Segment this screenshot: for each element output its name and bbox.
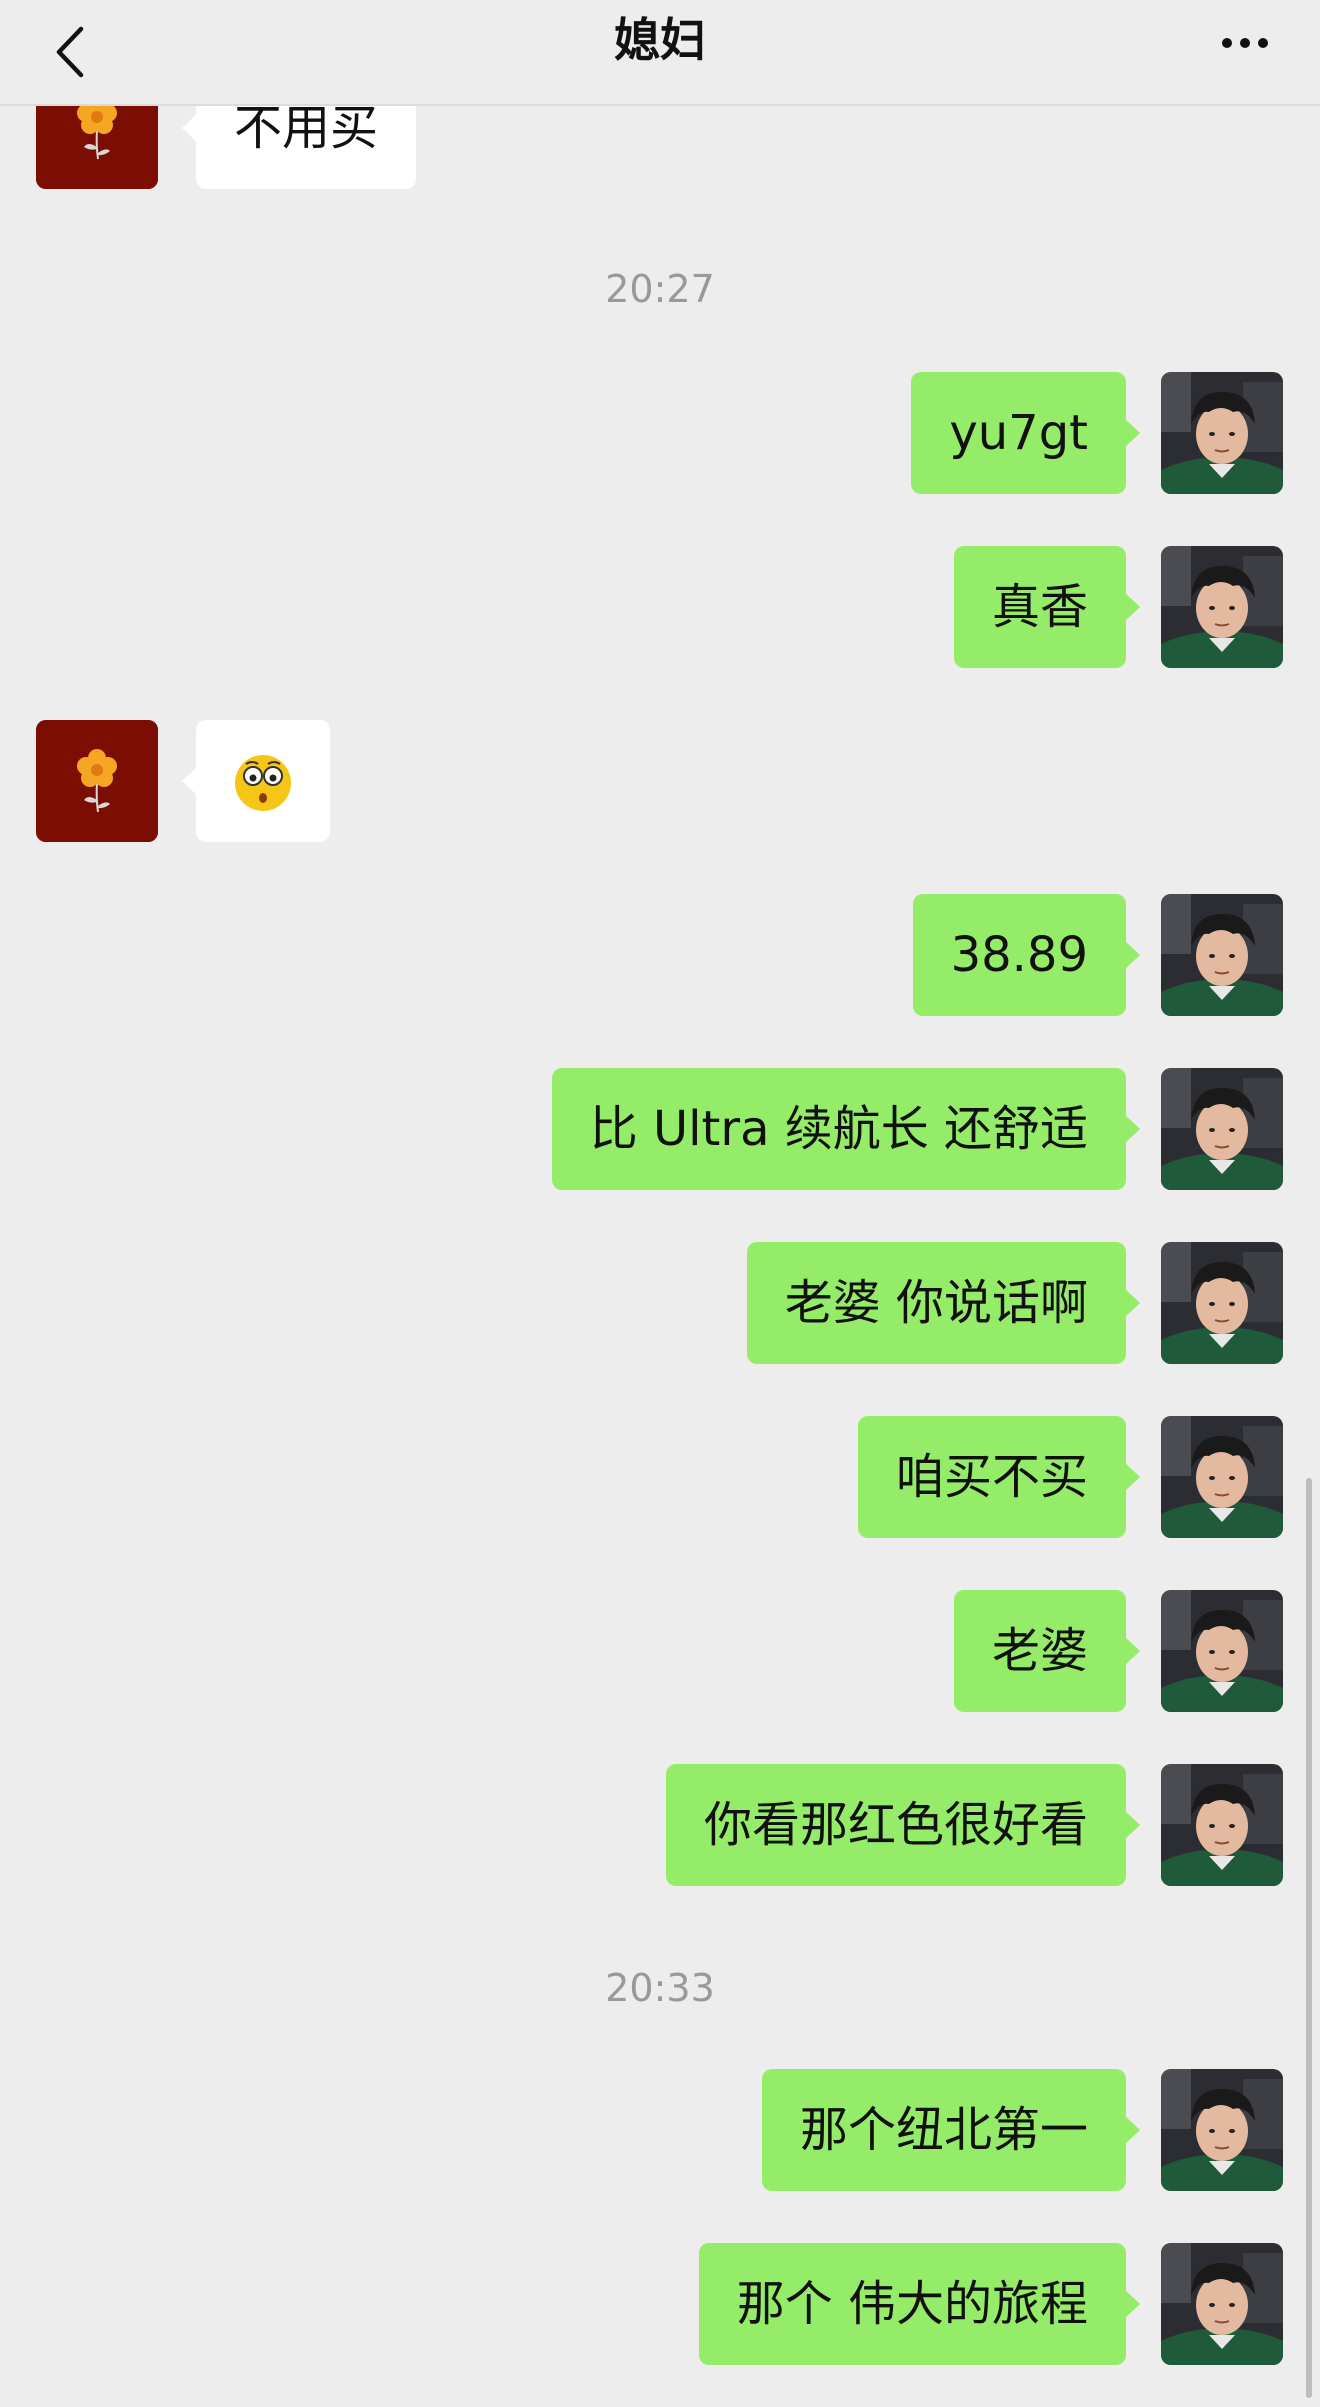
message-text: 不用买 — [234, 100, 379, 156]
message-text: 老婆 — [991, 1623, 1088, 1679]
my-avatar[interactable] — [1161, 372, 1283, 494]
scrollbar[interactable] — [1306, 1478, 1312, 2398]
message-bubble[interactable]: 咱买不买 — [857, 1416, 1141, 1538]
contact-avatar[interactable] — [36, 720, 158, 842]
my-avatar[interactable] — [1161, 2069, 1283, 2191]
user-photo — [1161, 1416, 1283, 1538]
message-bubble[interactable]: 真香 — [953, 546, 1141, 668]
user-photo — [1161, 1068, 1283, 1190]
user-photo — [1161, 894, 1283, 1016]
message-bubble[interactable]: 比 Ultra 续航长 还舒适 — [551, 1068, 1141, 1190]
message-bubble[interactable]: 那个 伟大的旅程 — [698, 2243, 1141, 2365]
user-photo — [1161, 546, 1283, 668]
my-avatar[interactable] — [1161, 1068, 1283, 1190]
my-avatar[interactable] — [1161, 894, 1283, 1016]
navigation-bar: 媳妇 — [0, 0, 1320, 106]
user-photo — [1161, 1242, 1283, 1364]
chat-title: 媳妇 — [614, 13, 706, 67]
timestamp: 20:33 — [605, 1966, 715, 2010]
my-avatar[interactable] — [1161, 1416, 1283, 1538]
more-button[interactable] — [1210, 12, 1280, 72]
message-bubble[interactable]: yu7gt — [911, 372, 1140, 494]
message-bubble[interactable]: 你看那红色很好看 — [665, 1764, 1141, 1886]
message-bubble[interactable]: 那个纽北第一 — [761, 2069, 1141, 2191]
my-avatar[interactable] — [1161, 1242, 1283, 1364]
message-text: 38.89 — [950, 927, 1088, 983]
user-photo — [1161, 1590, 1283, 1712]
my-avatar[interactable] — [1161, 1590, 1283, 1712]
message-bubble[interactable] — [182, 720, 330, 842]
my-avatar[interactable] — [1161, 1764, 1283, 1886]
message-text: 比 Ultra 续航长 还舒适 — [589, 1101, 1088, 1157]
my-avatar[interactable] — [1161, 2243, 1283, 2365]
message-text: 老婆 你说话啊 — [784, 1275, 1088, 1331]
user-photo — [1161, 1764, 1283, 1886]
flower-icon — [36, 720, 158, 842]
message-text: 真香 — [991, 579, 1088, 635]
my-avatar[interactable] — [1161, 546, 1283, 668]
timestamp: 20:27 — [605, 267, 715, 311]
message-text: yu7gt — [949, 405, 1088, 461]
user-photo — [1161, 2243, 1283, 2365]
message-bubble[interactable]: 老婆 — [953, 1590, 1141, 1712]
message-bubble[interactable]: 老婆 你说话啊 — [746, 1242, 1141, 1364]
message-bubble[interactable]: 38.89 — [912, 894, 1141, 1016]
surprised-face-emoji-icon — [235, 755, 291, 811]
message-text: 咱买不买 — [895, 1449, 1088, 1505]
message-text: 那个 伟大的旅程 — [736, 2276, 1088, 2332]
message-text: 那个纽北第一 — [799, 2102, 1088, 2158]
user-photo — [1161, 372, 1283, 494]
ellipsis-icon — [1218, 33, 1272, 52]
message-text: 你看那红色很好看 — [703, 1797, 1088, 1853]
user-photo — [1161, 2069, 1283, 2191]
chat-area[interactable]: 不用买 20:27 yu7gt 真香 38.89 比 Ultra 续航长 还舒适… — [0, 0, 1320, 2407]
